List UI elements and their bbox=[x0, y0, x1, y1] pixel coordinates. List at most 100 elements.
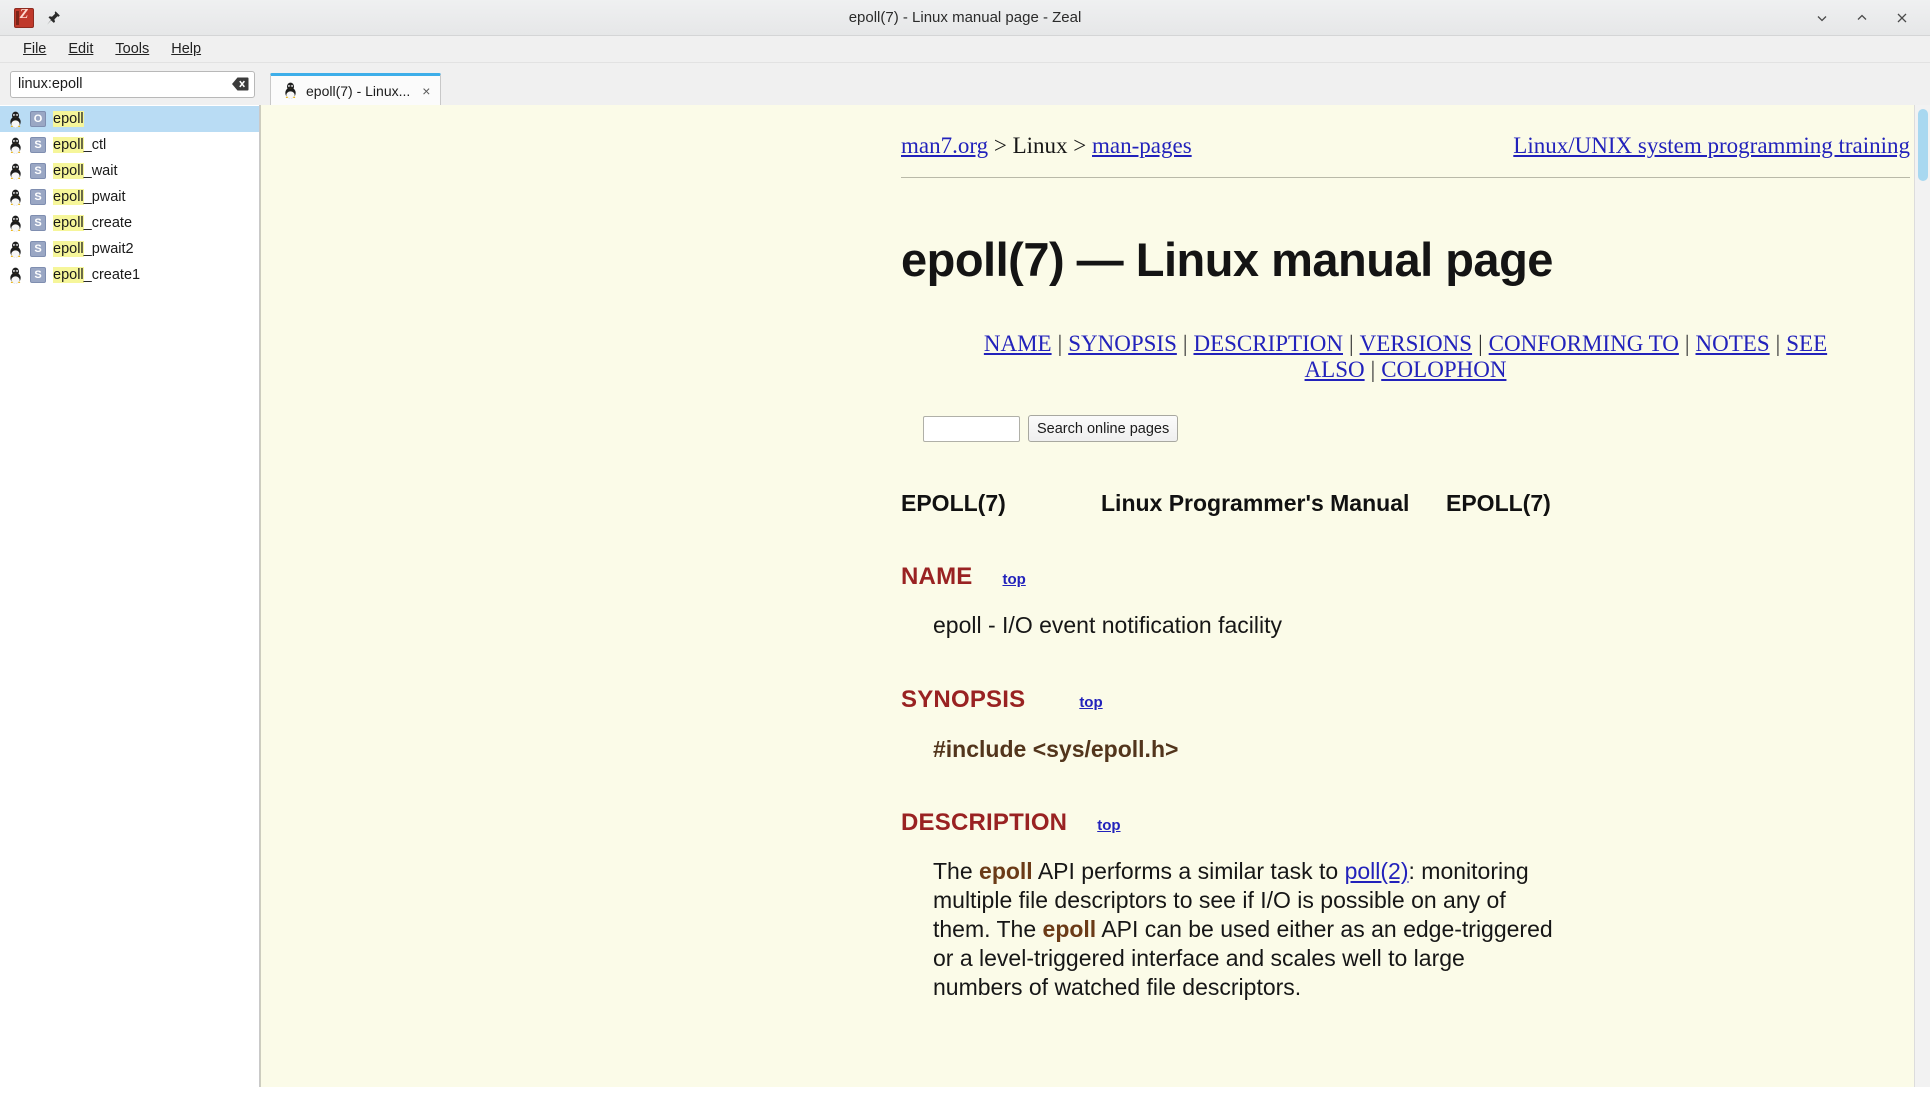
section-synopsis: SYNOPSIS top bbox=[901, 686, 1910, 714]
top-link[interactable]: top bbox=[1002, 571, 1025, 588]
seclink-versions[interactable]: VERSIONS bbox=[1360, 331, 1472, 356]
search-input[interactable] bbox=[10, 70, 255, 98]
desc-bold-epoll-1: epoll bbox=[979, 857, 1033, 884]
man-header-row: EPOLL(7) Linux Programmer's Manual EPOLL… bbox=[901, 490, 1910, 517]
pin-icon[interactable] bbox=[44, 9, 62, 27]
menu-tools[interactable]: Tools bbox=[104, 38, 160, 60]
entry-type-badge: S bbox=[30, 215, 46, 231]
list-item[interactable]: S epoll_pwait2 bbox=[0, 236, 259, 262]
manual-page-scroll: man7.org > Linux > man-pages Linux/UNIX … bbox=[261, 105, 1930, 1095]
list-item-match: epoll bbox=[53, 189, 84, 205]
synopsis-include: #include <sys/epoll.h> bbox=[933, 735, 1179, 762]
scrollbar-thumb[interactable] bbox=[1918, 109, 1928, 181]
menu-file[interactable]: File bbox=[12, 38, 57, 60]
list-item-rest: _wait bbox=[83, 163, 118, 179]
section-description: DESCRIPTION top bbox=[901, 809, 1910, 837]
manual-page-view: man7.org > Linux > man-pages Linux/UNIX … bbox=[260, 105, 1930, 1095]
menu-tools-label: Tools bbox=[115, 41, 150, 57]
linux-tux-icon bbox=[8, 137, 23, 154]
list-item-rest: _create bbox=[83, 215, 133, 231]
list-item-match: epoll bbox=[53, 111, 84, 127]
list-item-match: epoll bbox=[53, 215, 84, 231]
list-item[interactable]: S epoll_wait bbox=[0, 158, 259, 184]
seclink-notes[interactable]: NOTES bbox=[1696, 331, 1770, 356]
linux-tux-icon bbox=[8, 189, 23, 206]
list-item[interactable]: S epoll_create bbox=[0, 210, 259, 236]
linux-tux-icon bbox=[8, 163, 23, 180]
linux-tux-icon bbox=[8, 241, 23, 258]
online-search-input[interactable] bbox=[923, 415, 1020, 442]
top-link[interactable]: top bbox=[1079, 694, 1102, 711]
seclink-conforming-to[interactable]: CONFORMING TO bbox=[1489, 331, 1679, 356]
list-item[interactable]: S epoll_ctl bbox=[0, 132, 259, 158]
seclink-sep: | bbox=[1775, 331, 1781, 356]
close-icon[interactable] bbox=[1892, 8, 1912, 28]
tab-label: epoll(7) - Linux... bbox=[306, 82, 411, 99]
results-sidebar[interactable]: O epoll S epoll_ctl S epoll_wait S epoll… bbox=[0, 105, 260, 1095]
menu-help[interactable]: Help bbox=[160, 38, 212, 60]
menu-edit[interactable]: Edit bbox=[57, 38, 104, 60]
list-item-label: epoll_create1 bbox=[53, 267, 140, 283]
seclink-synopsis[interactable]: SYNOPSIS bbox=[1068, 331, 1177, 356]
menubar: File Edit Tools Help bbox=[0, 36, 1930, 63]
list-item-match: epoll bbox=[53, 267, 84, 283]
window-bottom-edge bbox=[0, 1087, 1930, 1095]
online-search-row: Search online pages bbox=[923, 415, 1910, 442]
list-item-label: epoll_wait bbox=[53, 163, 118, 179]
breadcrumb-sep-2: > bbox=[1067, 133, 1093, 158]
menu-help-label: Help bbox=[171, 41, 202, 57]
section-name: NAME top bbox=[901, 563, 1910, 591]
list-item-match: epoll bbox=[53, 137, 84, 153]
window-title: epoll(7) - Linux manual page - Zeal bbox=[848, 9, 1082, 26]
top-link[interactable]: top bbox=[1097, 817, 1120, 834]
desc-text-2: API performs a similar task to bbox=[1032, 857, 1345, 884]
list-item-rest: _create1 bbox=[83, 267, 141, 283]
titlebar-left-icons bbox=[8, 7, 62, 28]
breadcrumb-man7[interactable]: man7.org bbox=[901, 133, 988, 158]
page-topbar: man7.org > Linux > man-pages Linux/UNIX … bbox=[901, 133, 1910, 159]
description-paragraph: The epoll API performs a similar task to… bbox=[933, 857, 1553, 1002]
entry-type-badge: O bbox=[30, 111, 46, 127]
poll2-link[interactable]: poll(2) bbox=[1345, 858, 1409, 884]
list-item[interactable]: S epoll_pwait bbox=[0, 184, 259, 210]
desc-text-1: The bbox=[933, 857, 980, 884]
breadcrumb-man-pages[interactable]: man-pages bbox=[1092, 133, 1192, 158]
seclink-description[interactable]: DESCRIPTION bbox=[1193, 331, 1343, 356]
minimize-icon[interactable] bbox=[1812, 8, 1832, 28]
maximize-icon[interactable] bbox=[1852, 8, 1872, 28]
list-item-rest: _pwait2 bbox=[83, 241, 134, 257]
list-item[interactable]: S epoll_create1 bbox=[0, 262, 259, 288]
linux-tux-icon bbox=[8, 111, 23, 128]
entry-type-badge: S bbox=[30, 241, 46, 257]
seclink-name[interactable]: NAME bbox=[984, 331, 1052, 356]
man-header-right: EPOLL(7) bbox=[1446, 490, 1551, 516]
content-scrollbar[interactable] bbox=[1914, 105, 1930, 1095]
header-divider bbox=[901, 177, 1910, 178]
window-titlebar: epoll(7) - Linux manual page - Zeal bbox=[0, 0, 1930, 36]
tabstrip: epoll(7) - Linux... × bbox=[270, 73, 442, 105]
linux-tux-icon bbox=[283, 82, 298, 99]
list-item-label: epoll_ctl bbox=[53, 137, 106, 153]
main-body: O epoll S epoll_ctl S epoll_wait S epoll… bbox=[0, 105, 1930, 1095]
search-online-pages-button[interactable]: Search online pages bbox=[1028, 415, 1179, 442]
training-link[interactable]: Linux/UNIX system programming training bbox=[1513, 133, 1910, 159]
man-header-left: EPOLL(7) bbox=[901, 490, 1006, 516]
seclink-colophon[interactable]: COLOPHON bbox=[1381, 357, 1506, 382]
list-item[interactable]: O epoll bbox=[0, 106, 259, 132]
clear-search-icon[interactable] bbox=[232, 77, 249, 92]
list-item-label: epoll_pwait2 bbox=[53, 241, 134, 257]
section-heading: DESCRIPTION bbox=[901, 808, 1068, 836]
menu-file-label: File bbox=[23, 41, 47, 57]
list-item-label: epoll_create bbox=[53, 215, 132, 231]
tab-close-icon[interactable]: × bbox=[422, 83, 430, 99]
entry-type-badge: S bbox=[30, 267, 46, 283]
seclink-sep: | bbox=[1370, 357, 1376, 382]
desc-bold-epoll-2: epoll bbox=[1042, 915, 1097, 942]
list-item-rest: _ctl bbox=[83, 137, 107, 153]
tab-epoll7[interactable]: epoll(7) - Linux... × bbox=[270, 73, 442, 105]
window-controls bbox=[1812, 8, 1922, 28]
section-nav-links: NAME | SYNOPSIS | DESCRIPTION | VERSIONS | CONFO… bbox=[901, 331, 1910, 383]
man-header-center: Linux Programmer's Manual bbox=[1101, 490, 1410, 516]
seclink-sep: | bbox=[1348, 331, 1354, 356]
menu-edit-label: Edit bbox=[68, 41, 94, 57]
